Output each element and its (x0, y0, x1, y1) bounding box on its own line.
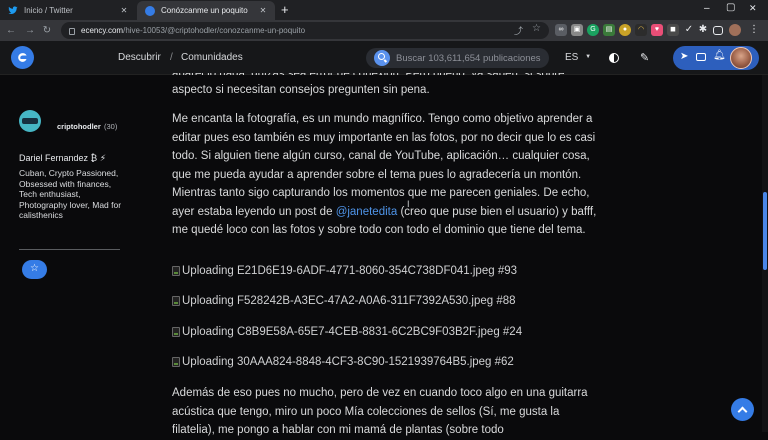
search-icon (374, 50, 390, 66)
scroll-to-top-button[interactable] (731, 398, 754, 421)
reload-icon[interactable]: ↻ (40, 23, 54, 38)
image-alt-text: Uploading E21D6E19-6ADF-4771-8060-354C73… (182, 265, 518, 277)
nav-separator: / (170, 52, 173, 63)
bookmark-star-icon[interactable]: ☆ (532, 23, 541, 34)
close-tab-icon[interactable]: ✕ (119, 6, 129, 15)
sidebar-divider (19, 249, 120, 250)
extension-icon-5[interactable]: ● (619, 24, 631, 36)
address-bar[interactable]: ecency.com /hive-10053/@criptohodler/con… (61, 22, 549, 39)
scrollbar-thumb[interactable] (763, 192, 767, 270)
close-tab-icon[interactable]: ✕ (258, 6, 268, 15)
author-display-name: Dariel Fernandez ₿ ⚡ (19, 153, 107, 163)
chevron-up-icon (737, 406, 748, 416)
extension-icon-6[interactable]: ◠ (635, 24, 647, 36)
extension-icon-4[interactable]: ▤ (603, 24, 615, 36)
broken-image-icon (172, 357, 180, 367)
broken-image-icon (172, 296, 180, 306)
search-input[interactable]: Buscar 103,611,654 publicaciones (366, 48, 549, 68)
author-reputation: (30) (104, 122, 118, 131)
ecency-logo-icon[interactable] (11, 46, 34, 69)
forward-arrow-icon[interactable]: → (23, 23, 37, 38)
minimize-button[interactable]: – (704, 3, 710, 14)
image-alt-text: Uploading F528242B-A3EC-47A2-A0A6-311F73… (182, 295, 516, 307)
tab-twitter[interactable]: Inicio / Twitter ✕ (0, 1, 136, 20)
text-cursor-icon: I (407, 199, 410, 209)
extension-icon-1[interactable]: ∞ (555, 24, 567, 36)
back-arrow-icon[interactable]: ← (4, 23, 18, 38)
browser-menu-icon[interactable]: ⋮ (748, 24, 760, 36)
extension-icon-8[interactable]: ◼ (667, 24, 679, 36)
post-paragraph-3: Además de eso pues no mucho, pero de vez… (172, 387, 588, 436)
puzzle-extensions-icon[interactable]: ✱ (697, 24, 709, 36)
follow-star-button[interactable]: ☆ (22, 260, 47, 279)
maximize-button[interactable]: ▢ (726, 2, 735, 13)
broken-image-4: Uploading 30AAA824-8848-4CF3-8C90-152193… (172, 356, 514, 368)
user-avatar[interactable] (730, 47, 752, 69)
post-paragraph-2: Me encanta la fotografía, es un mundo ma… (172, 110, 597, 240)
broken-image-1: Uploading E21D6E19-6ADF-4771-8060-354C73… (172, 265, 517, 277)
author-username[interactable]: criptohodler (57, 122, 101, 131)
wallet-icon[interactable] (696, 53, 706, 61)
extension-icon-2[interactable]: ▣ (571, 24, 583, 36)
ecency-icon (145, 5, 155, 16)
user-actions-group: ➤ 🔔︎ (673, 46, 759, 70)
theme-toggle-icon[interactable] (609, 53, 619, 63)
author-sidebar: criptohodler (30) Dariel Fernandez ₿ ⚡ C… (0, 75, 140, 432)
broken-image-icon (172, 327, 180, 337)
share-icon[interactable]: ⤴ (514, 24, 523, 37)
profile-avatar-icon[interactable] (729, 24, 741, 36)
broken-image-icon (172, 266, 180, 276)
nav-discover-link[interactable]: Descubrir (118, 52, 161, 63)
tab-active-post[interactable]: Conózcanme un poquito ✕ (137, 1, 275, 20)
author-avatar[interactable] (19, 110, 41, 132)
image-alt-text: Uploading 30AAA824-8848-4CF3-8C90-152193… (182, 356, 514, 368)
tab-title: Conózcanme un poquito (161, 6, 248, 15)
checkmark-extension-icon[interactable]: ✓ (683, 24, 695, 36)
new-tab-button[interactable]: + (281, 2, 289, 17)
browser-tab-strip: Inicio / Twitter ✕ Conózcanme un poquito… (0, 0, 768, 20)
rocket-icon[interactable]: ➤ (680, 51, 688, 62)
pencil-edit-icon[interactable]: ✎ (640, 51, 649, 64)
lock-icon (69, 28, 75, 35)
sidebar-panel-icon[interactable] (713, 26, 723, 35)
image-alt-text: Uploading C8B9E58A-65E7-4CEB-8831-6C2BC9… (182, 326, 523, 338)
post-paragraph-1-end: aspecto si necesitan consejos pregunten … (172, 84, 430, 96)
url-domain: ecency.com (81, 26, 124, 35)
paragraph-text: Me encanta la fotografía, es un mundo ma… (172, 113, 596, 218)
broken-image-3: Uploading C8B9E58A-65E7-4CEB-8831-6C2BC9… (172, 326, 522, 338)
search-placeholder: Buscar 103,611,654 publicaciones (396, 52, 541, 64)
extension-icon-7[interactable]: ♥ (651, 24, 663, 36)
extension-icon-3[interactable]: G (587, 24, 599, 36)
mention-link[interactable]: @janetedita (336, 206, 398, 218)
url-path: /hive-10053/@criptohodler/conozcanme-un-… (123, 26, 306, 35)
language-code: ES (565, 52, 579, 63)
notifications-bell-icon[interactable]: 🔔︎ (713, 50, 726, 61)
chevron-down-icon: ▼ (585, 54, 592, 60)
tab-title: Inicio / Twitter (24, 6, 73, 15)
author-bio: Cuban, Crypto Passioned, Obsessed with f… (19, 168, 122, 220)
broken-image-2: Uploading F528242B-A3EC-47A2-A0A6-311F73… (172, 295, 516, 307)
close-window-button[interactable]: ✕ (749, 3, 757, 14)
nav-communities-link[interactable]: Comunidades (181, 52, 243, 63)
language-selector[interactable]: ES ▼ (565, 52, 591, 63)
twitter-icon (8, 6, 18, 16)
